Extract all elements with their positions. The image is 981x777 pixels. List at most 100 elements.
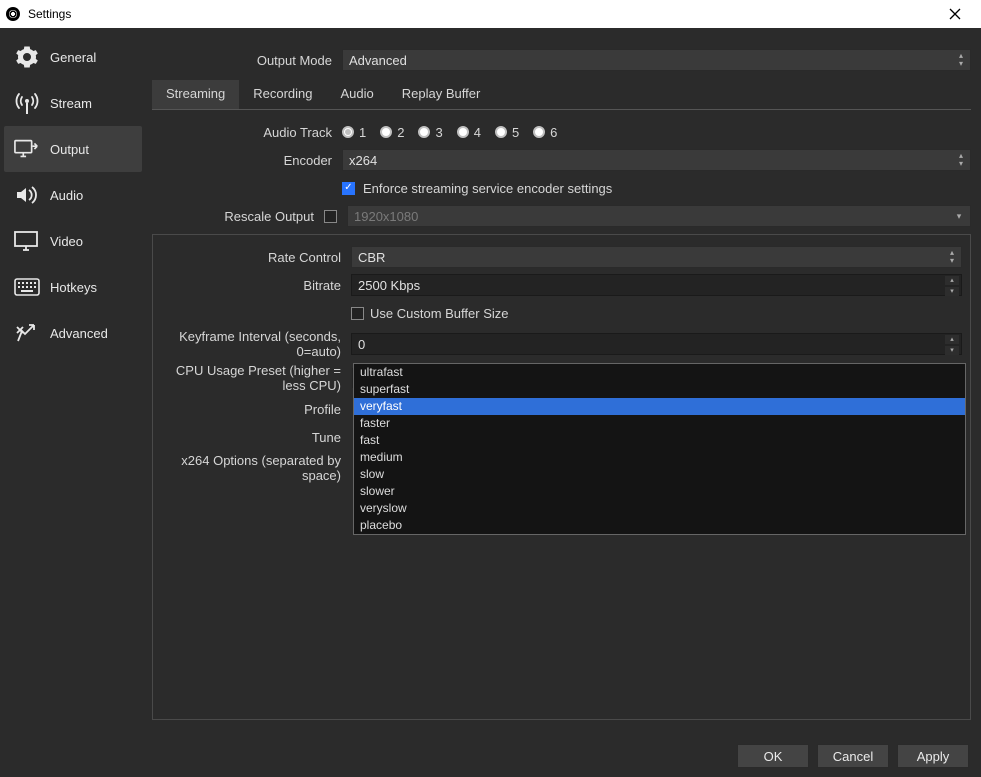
enforce-checkbox[interactable] bbox=[342, 182, 355, 195]
rescale-select[interactable]: 1920x1080 ▾ bbox=[347, 205, 971, 227]
output-icon bbox=[14, 138, 40, 160]
keyframe-label: Keyframe Interval (seconds, 0=auto) bbox=[161, 329, 351, 359]
cpu-preset-option[interactable]: ultrafast bbox=[354, 364, 965, 381]
rescale-value: 1920x1080 bbox=[354, 209, 418, 224]
rescale-checkbox[interactable] bbox=[324, 210, 337, 223]
radio-icon bbox=[380, 126, 392, 138]
output-mode-value: Advanced bbox=[349, 53, 407, 68]
spin-arrows-icon: ▴▾ bbox=[954, 50, 968, 70]
button-label: Cancel bbox=[833, 749, 873, 764]
tab-label: Audio bbox=[341, 86, 374, 101]
stream-icon bbox=[14, 92, 40, 114]
keyframe-value: 0 bbox=[358, 337, 365, 352]
audio-track-radio-5[interactable]: 5 bbox=[495, 125, 519, 140]
audio-icon bbox=[14, 184, 40, 206]
radio-icon bbox=[342, 126, 354, 138]
cpu-preset-option[interactable]: veryfast bbox=[354, 398, 965, 415]
apply-button[interactable]: Apply bbox=[897, 744, 969, 768]
tab-streaming[interactable]: Streaming bbox=[152, 80, 239, 109]
custom-buffer-label: Use Custom Buffer Size bbox=[370, 306, 508, 321]
hotkeys-icon bbox=[14, 276, 40, 298]
x264-options-label: x264 Options (separated by space) bbox=[161, 453, 351, 483]
video-icon bbox=[14, 230, 40, 252]
sidebar-item-label: Audio bbox=[50, 188, 83, 203]
rate-control-value: CBR bbox=[358, 250, 385, 265]
spinner-icon: ▴▾ bbox=[945, 334, 959, 354]
dialog-footer: OK Cancel Apply bbox=[0, 735, 981, 777]
tab-audio[interactable]: Audio bbox=[327, 80, 388, 109]
rate-control-label: Rate Control bbox=[161, 250, 351, 265]
cpu-preset-option[interactable]: slower bbox=[354, 483, 965, 500]
output-mode-select[interactable]: Advanced ▴▾ bbox=[342, 49, 971, 71]
sidebar-item-label: Video bbox=[50, 234, 83, 249]
tab-replay-buffer[interactable]: Replay Buffer bbox=[388, 80, 495, 109]
radio-icon bbox=[457, 126, 469, 138]
profile-label: Profile bbox=[161, 402, 351, 417]
sidebar-item-output[interactable]: Output bbox=[4, 126, 142, 172]
sidebar-item-general[interactable]: General bbox=[4, 34, 142, 80]
cpu-preset-option[interactable]: medium bbox=[354, 449, 965, 466]
audio-track-radio-4[interactable]: 4 bbox=[457, 125, 481, 140]
cpu-preset-label: CPU Usage Preset (higher = less CPU) bbox=[161, 363, 351, 393]
gear-icon bbox=[14, 46, 40, 68]
button-label: Apply bbox=[917, 749, 950, 764]
tab-label: Streaming bbox=[166, 86, 225, 101]
spinner-icon: ▴▾ bbox=[945, 275, 959, 295]
cpu-preset-option[interactable]: slow bbox=[354, 466, 965, 483]
sidebar-item-label: Hotkeys bbox=[50, 280, 97, 295]
bitrate-label: Bitrate bbox=[161, 278, 351, 293]
tab-recording[interactable]: Recording bbox=[239, 80, 326, 109]
sidebar-item-stream[interactable]: Stream bbox=[4, 80, 142, 126]
spin-arrows-icon: ▴▾ bbox=[945, 247, 959, 267]
output-tabs: Streaming Recording Audio Replay Buffer bbox=[152, 80, 971, 110]
encoder-label: Encoder bbox=[152, 153, 342, 168]
cpu-preset-option[interactable]: faster bbox=[354, 415, 965, 432]
cpu-preset-option[interactable]: placebo bbox=[354, 517, 965, 534]
rate-control-select[interactable]: CBR ▴▾ bbox=[351, 246, 962, 268]
tab-label: Replay Buffer bbox=[402, 86, 481, 101]
close-button[interactable] bbox=[935, 0, 975, 28]
radio-label: 2 bbox=[397, 125, 404, 140]
audio-track-radio-1[interactable]: 1 bbox=[342, 125, 366, 140]
audio-track-radio-2[interactable]: 2 bbox=[380, 125, 404, 140]
sidebar-item-label: General bbox=[50, 50, 96, 65]
radio-label: 5 bbox=[512, 125, 519, 140]
sidebar-item-advanced[interactable]: Advanced bbox=[4, 310, 142, 356]
cancel-button[interactable]: Cancel bbox=[817, 744, 889, 768]
encoder-value: x264 bbox=[349, 153, 377, 168]
radio-icon bbox=[533, 126, 545, 138]
sidebar-item-label: Stream bbox=[50, 96, 92, 111]
audio-track-radio-3[interactable]: 3 bbox=[418, 125, 442, 140]
sidebar: General Stream Output Audio Video bbox=[0, 28, 146, 735]
cpu-preset-option[interactable]: superfast bbox=[354, 381, 965, 398]
enforce-label: Enforce streaming service encoder settin… bbox=[363, 181, 612, 196]
button-label: OK bbox=[764, 749, 783, 764]
cpu-preset-option[interactable]: fast bbox=[354, 432, 965, 449]
output-mode-label: Output Mode bbox=[152, 53, 342, 68]
chevron-down-icon: ▾ bbox=[952, 206, 966, 226]
tune-label: Tune bbox=[161, 430, 351, 445]
cpu-preset-dropdown[interactable]: ultrafastsuperfastveryfastfasterfastmedi… bbox=[353, 363, 966, 535]
radio-label: 3 bbox=[435, 125, 442, 140]
advanced-icon bbox=[14, 322, 40, 344]
cpu-preset-option[interactable]: veryslow bbox=[354, 500, 965, 517]
radio-label: 6 bbox=[550, 125, 557, 140]
audio-track-radios: 1 2 3 4 5 6 bbox=[342, 125, 557, 140]
window-title: Settings bbox=[28, 7, 71, 21]
bitrate-input[interactable]: 2500 Kbps ▴▾ bbox=[351, 274, 962, 296]
encoder-select[interactable]: x264 ▴▾ bbox=[342, 149, 971, 171]
bitrate-value: 2500 Kbps bbox=[358, 278, 420, 293]
radio-icon bbox=[495, 126, 507, 138]
keyframe-input[interactable]: 0 ▴▾ bbox=[351, 333, 962, 355]
radio-icon bbox=[418, 126, 430, 138]
sidebar-item-label: Output bbox=[50, 142, 89, 157]
spin-arrows-icon: ▴▾ bbox=[954, 150, 968, 170]
custom-buffer-checkbox[interactable] bbox=[351, 307, 364, 320]
sidebar-item-audio[interactable]: Audio bbox=[4, 172, 142, 218]
sidebar-item-video[interactable]: Video bbox=[4, 218, 142, 264]
ok-button[interactable]: OK bbox=[737, 744, 809, 768]
audio-track-radio-6[interactable]: 6 bbox=[533, 125, 557, 140]
rescale-label: Rescale Output bbox=[152, 209, 324, 224]
audio-track-label: Audio Track bbox=[152, 125, 342, 140]
sidebar-item-hotkeys[interactable]: Hotkeys bbox=[4, 264, 142, 310]
